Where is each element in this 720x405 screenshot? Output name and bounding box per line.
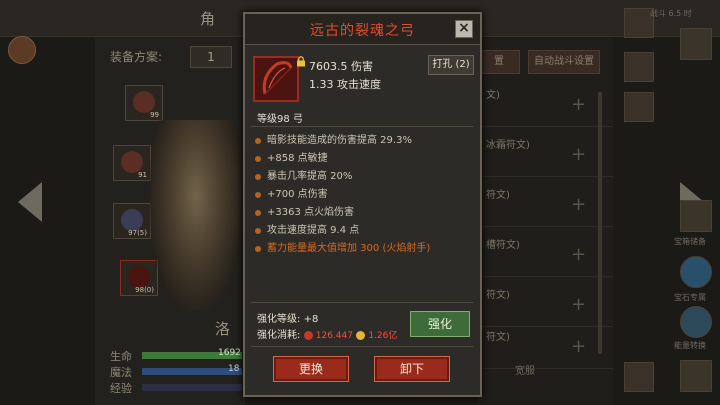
rune-row[interactable]: 冰霜符文) + <box>478 130 613 177</box>
energy-label: 能量转换 <box>674 341 706 350</box>
equip-scheme-label: 装备方案: <box>110 50 163 64</box>
enhance-button[interactable]: 强化 <box>410 311 470 337</box>
enhance-cost-gold: 1.26亿 <box>368 331 398 341</box>
setting-button[interactable]: 置 <box>478 50 520 74</box>
side-icon-2[interactable] <box>624 52 654 82</box>
attribute-item: 攻击速度提高 9.4 点 <box>253 222 473 240</box>
stat-hp-label: 生命 <box>110 350 132 363</box>
attack-speed-value: 1.33 攻击速度 <box>309 78 381 91</box>
enhance-level-label: 强化等级: <box>257 314 301 325</box>
hp-value: 1692 <box>218 348 241 358</box>
lock-icon <box>296 52 306 67</box>
armor-slot[interactable]: 91 <box>113 145 151 181</box>
divider <box>251 302 474 303</box>
item-detail-dialog: 远古的裂魂之弓 × 7603.5 伤害 1.33 攻击速度 打孔 (2) 等级9… <box>243 12 482 397</box>
add-icon[interactable]: + <box>571 194 586 215</box>
bullet-icon <box>255 192 261 198</box>
energy-icon[interactable] <box>680 306 712 338</box>
bullet-icon <box>255 228 261 234</box>
top-right-text: 战斗 6.5 时 <box>650 9 692 18</box>
rune-row[interactable]: 符文) + <box>478 180 613 227</box>
add-icon[interactable]: + <box>571 336 586 357</box>
attribute-item: +3363 点火焰伤害 <box>253 204 473 222</box>
item-level: 等级98 弓 <box>257 114 303 125</box>
bullet-icon <box>255 210 261 216</box>
add-icon[interactable]: + <box>571 244 586 265</box>
armor-icon <box>121 151 143 173</box>
attribute-item: +700 点伤害 <box>253 186 473 204</box>
hero-name: 洛 <box>215 320 231 338</box>
bullet-icon <box>255 138 261 144</box>
rune-row[interactable]: 符文) + <box>478 280 613 327</box>
ring-icon <box>121 209 143 231</box>
rune-scrollbar[interactable] <box>598 92 602 354</box>
rune-row[interactable]: 符文) + <box>478 322 613 369</box>
replace-button[interactable]: 更换 <box>273 356 349 382</box>
mp-value: 18 <box>228 364 240 374</box>
helmet-slot[interactable]: 99 <box>125 85 163 121</box>
rune-row[interactable]: 文) + <box>478 80 613 127</box>
equip-scheme-select[interactable]: 1 <box>190 46 232 68</box>
add-icon[interactable]: + <box>571 294 586 315</box>
item-name: 远古的裂魂之弓 <box>310 23 415 39</box>
enhance-cost-crystal: 126.447 <box>315 331 353 341</box>
ring-slot[interactable]: 97(5) <box>113 203 151 239</box>
rune-row[interactable]: 槽符文) + <box>478 230 613 277</box>
damage-value: 7603.5 伤害 <box>309 60 373 73</box>
stat-mp-label: 魔法 <box>110 366 132 379</box>
treasure-label: 宝箱储备 <box>674 237 706 246</box>
close-button[interactable]: × <box>455 20 473 38</box>
attribute-list: 暗影技能造成的伤害提高 29.3% +858 点敏捷 暴击几率提高 20% +7… <box>253 132 473 258</box>
shop-icon[interactable] <box>680 360 712 392</box>
prev-arrow-icon[interactable] <box>18 182 42 222</box>
treasure-icon[interactable] <box>680 200 712 232</box>
top-left-icon[interactable] <box>8 36 36 64</box>
add-icon[interactable]: + <box>571 94 586 115</box>
bottom-right-label: 宽服 <box>515 366 535 377</box>
bow-icon <box>128 266 150 288</box>
far-right-icon-1[interactable] <box>680 28 712 60</box>
socket-button[interactable]: 打孔 (2) <box>428 55 474 75</box>
attribute-item: 暗影技能造成的伤害提高 29.3% <box>253 132 473 150</box>
mp-bar <box>142 368 242 375</box>
bullet-icon <box>255 246 261 252</box>
enhance-level-value: +8 <box>303 314 319 325</box>
bow-icon <box>262 61 293 95</box>
crystal-icon <box>303 330 313 340</box>
bullet-icon <box>255 156 261 162</box>
gold-coin-icon <box>356 330 366 340</box>
exp-bar <box>142 384 242 391</box>
attribute-item: +858 点敏捷 <box>253 150 473 168</box>
helmet-icon <box>133 91 155 113</box>
gem-label: 宝石专属 <box>674 293 706 302</box>
divider <box>251 126 474 127</box>
stat-exp-label: 经验 <box>110 382 132 395</box>
attribute-item: 暴击几率提高 20% <box>253 168 473 186</box>
enhance-cost-row: 强化消耗: 126.447 1.26亿 <box>257 326 397 341</box>
unequip-button[interactable]: 卸下 <box>374 356 450 382</box>
bullet-icon <box>255 174 261 180</box>
attribute-item-special: 蓄力能量最大值增加 300 (火焰射手) <box>253 240 473 258</box>
add-icon[interactable]: + <box>571 144 586 165</box>
auto-battle-settings-button[interactable]: 自动战斗设置 <box>528 50 600 74</box>
item-icon-box <box>253 56 299 102</box>
side-icon-3[interactable] <box>624 92 654 122</box>
divider <box>251 346 474 347</box>
gem-icon[interactable] <box>680 256 712 288</box>
enhance-level-row: 强化等级: +8 <box>257 310 318 325</box>
side-icon-4[interactable] <box>624 362 654 392</box>
close-icon: × <box>458 20 470 36</box>
enhance-cost-label: 强化消耗: <box>257 330 301 341</box>
hero-portrait <box>150 120 242 310</box>
